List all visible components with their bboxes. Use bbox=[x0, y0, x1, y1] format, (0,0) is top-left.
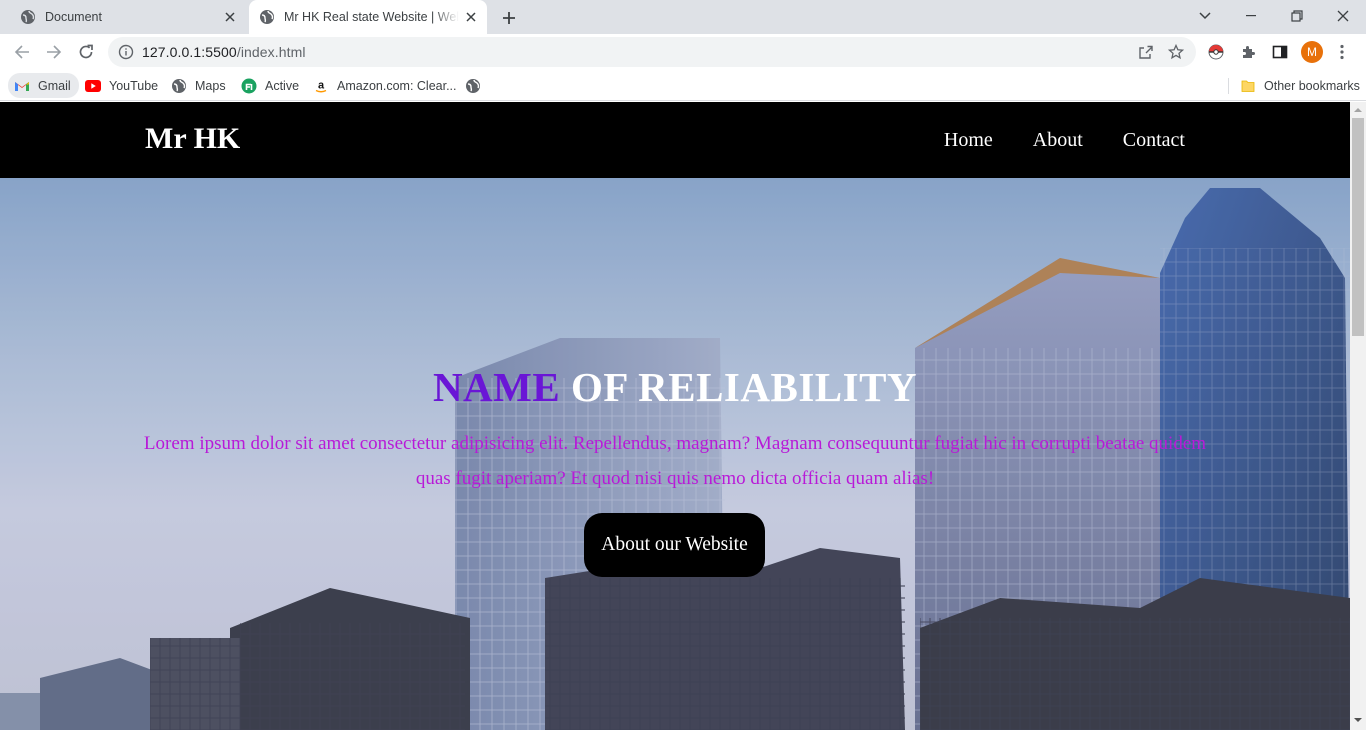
site-nav: Home About Contact bbox=[944, 129, 1185, 152]
site-logo[interactable]: Mr HK bbox=[145, 122, 240, 156]
site-header: Mr HK Home About Contact bbox=[0, 102, 1350, 178]
share-icon[interactable] bbox=[1138, 44, 1154, 60]
hero-section: NAME OF RELIABILITY Lorem ipsum dolor si… bbox=[0, 178, 1350, 730]
scroll-down-icon[interactable] bbox=[1354, 716, 1362, 724]
bookmark-active[interactable]: Active bbox=[235, 73, 305, 98]
url-host: 127.0.0.1:5500 bbox=[142, 44, 237, 60]
close-window-button[interactable] bbox=[1320, 0, 1366, 32]
hero-title: NAME OF RELIABILITY bbox=[0, 363, 1350, 411]
minimize-button[interactable] bbox=[1228, 0, 1274, 32]
plus-icon bbox=[503, 12, 515, 24]
tab-mr-hk[interactable]: Mr HK Real state Website | Welcome bbox=[249, 0, 487, 34]
other-bookmarks-folder[interactable]: Other bookmarks bbox=[1234, 73, 1366, 98]
close-icon bbox=[1337, 10, 1349, 22]
globe-icon bbox=[465, 78, 481, 94]
profile-avatar[interactable]: M bbox=[1301, 41, 1323, 63]
restore-button[interactable] bbox=[1274, 0, 1320, 32]
tab-title: Document bbox=[45, 10, 102, 24]
close-tab-icon[interactable] bbox=[463, 9, 479, 25]
globe-icon bbox=[260, 10, 274, 24]
arrow-right-icon bbox=[47, 45, 62, 59]
globe-icon bbox=[171, 78, 187, 94]
bookmark-label: Amazon.com: Clear... bbox=[337, 78, 457, 93]
side-panel-icon[interactable] bbox=[1270, 42, 1290, 62]
bookmark-amazon[interactable]: a Amazon.com: Clear... bbox=[307, 73, 463, 98]
globe-icon bbox=[21, 10, 35, 24]
tab-search-button[interactable] bbox=[1182, 0, 1228, 32]
close-tab-icon[interactable] bbox=[222, 9, 238, 25]
scroll-up-icon[interactable] bbox=[1354, 106, 1362, 114]
nav-link-about[interactable]: About bbox=[1033, 129, 1083, 152]
bookmarks-divider bbox=[1228, 78, 1229, 94]
folder-icon bbox=[1240, 78, 1256, 94]
hero-title-rest: OF RELIABILITY bbox=[560, 364, 918, 410]
bookmark-label: Gmail bbox=[38, 78, 71, 93]
svg-text:a: a bbox=[318, 79, 325, 91]
chevron-down-icon bbox=[1199, 12, 1211, 20]
minimize-icon bbox=[1246, 15, 1256, 17]
url-text: 127.0.0.1:5500/index.html bbox=[142, 44, 306, 60]
bookmark-untitled[interactable] bbox=[459, 73, 487, 98]
forward-button[interactable] bbox=[42, 40, 66, 64]
arrow-left-icon bbox=[14, 45, 29, 59]
extensions-puzzle-icon[interactable] bbox=[1238, 42, 1258, 62]
restore-icon bbox=[1291, 10, 1303, 22]
page-viewport: Mr HK Home About Contact NAME OF RELIABI… bbox=[0, 102, 1350, 730]
menu-kebab-icon[interactable] bbox=[1332, 42, 1352, 62]
hero-description: Lorem ipsum dolor sit amet consectetur a… bbox=[143, 433, 1207, 489]
reload-button[interactable] bbox=[74, 40, 98, 64]
tab-title: Mr HK Real state Website | Welcome bbox=[284, 10, 459, 24]
bookmark-label: YouTube bbox=[109, 78, 159, 93]
bookmark-gmail[interactable]: Gmail bbox=[8, 73, 79, 98]
active-icon bbox=[241, 78, 257, 94]
page-scrollbar[interactable] bbox=[1350, 102, 1366, 730]
bookmark-label: Active bbox=[265, 78, 300, 93]
back-button[interactable] bbox=[10, 40, 34, 64]
address-bar[interactable]: 127.0.0.1:5500/index.html bbox=[108, 37, 1196, 67]
hero-title-accent: NAME bbox=[432, 364, 561, 410]
amazon-icon: a bbox=[313, 78, 329, 94]
pokeball-extension-icon[interactable] bbox=[1206, 42, 1226, 62]
gmail-icon bbox=[14, 78, 30, 94]
tab-document[interactable]: Document bbox=[12, 0, 244, 34]
youtube-icon bbox=[85, 78, 101, 94]
bookmarks-bar: Gmail YouTube Maps Active a Amazon.com: … bbox=[0, 70, 1366, 101]
bookmark-maps[interactable]: Maps bbox=[165, 73, 232, 98]
reload-icon bbox=[79, 44, 93, 59]
about-website-button[interactable]: About our Website bbox=[584, 513, 765, 577]
new-tab-button[interactable] bbox=[499, 8, 519, 28]
bookmark-youtube[interactable]: YouTube bbox=[79, 73, 164, 98]
tab-strip: Document Mr HK Real state Website | Welc… bbox=[0, 0, 1366, 34]
scrollbar-thumb[interactable] bbox=[1352, 118, 1364, 336]
url-path: /index.html bbox=[236, 44, 306, 60]
info-icon[interactable] bbox=[118, 44, 134, 60]
nav-link-contact[interactable]: Contact bbox=[1123, 129, 1185, 152]
bookmark-star-icon[interactable] bbox=[1168, 44, 1184, 60]
browser-toolbar: 127.0.0.1:5500/index.html M bbox=[0, 34, 1366, 70]
other-bookmarks-label: Other bookmarks bbox=[1264, 78, 1360, 93]
bookmark-label: Maps bbox=[195, 78, 226, 93]
nav-link-home[interactable]: Home bbox=[944, 129, 993, 152]
